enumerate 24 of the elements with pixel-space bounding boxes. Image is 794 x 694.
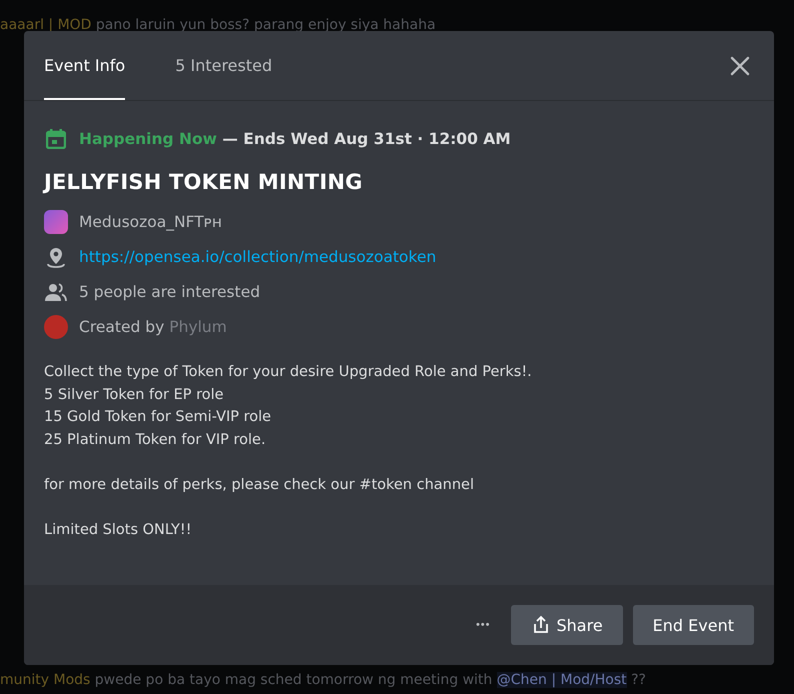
description-text: 15 Gold Token for Semi-VIP role — [44, 408, 272, 427]
chat-message: munity Mods pwede po ba tayo mag sched tomorrow ng meeting with @Chen | Mod/Host ?? — [0, 671, 647, 689]
server-avatar — [44, 210, 68, 234]
description-text: Collect the type of Token for your desire Upgraded Role and Perks!. — [44, 363, 533, 382]
avatar — [44, 315, 68, 339]
calendar-icon — [46, 129, 66, 149]
tab[interactable]: Event Info — [44, 31, 126, 100]
description-text: Limited Slots ONLY!! — [44, 520, 193, 540]
server-name: Medusozoa_NFTᴘʜ — [79, 213, 222, 231]
tab[interactable]: 5 Interested — [175, 31, 272, 100]
description-text: 25 Platinum Token for VIP role. — [44, 430, 267, 450]
more-button[interactable]: ••• — [470, 618, 496, 632]
close-icon — [730, 56, 750, 76]
created-by-label: Created by — [79, 318, 164, 336]
event-status: Happening Now — Ends Wed Aug 31st · 12:00 AM — [79, 130, 511, 148]
description-text: for more details of perks, please check our #token channel — [44, 476, 475, 494]
event-title: JELLYFISH TOKEN MINTING — [44, 170, 364, 194]
location-pin-icon — [45, 246, 67, 268]
location-link[interactable]: https://opensea.io/collection/medusozoatoken — [79, 248, 436, 266]
description-text: 5 Silver Token for EP role — [44, 386, 225, 404]
people-icon — [45, 282, 67, 302]
interested-count: 5 people are interested — [79, 283, 260, 301]
share-button[interactable]: Share — [510, 605, 623, 645]
end-event-button[interactable]: End Event — [632, 605, 754, 645]
